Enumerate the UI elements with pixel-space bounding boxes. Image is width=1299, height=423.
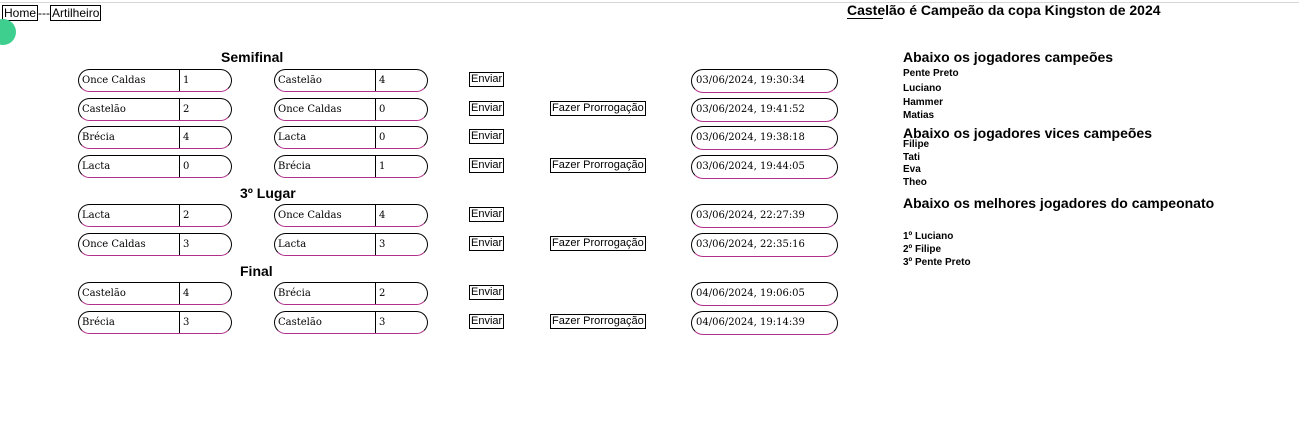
champion-player: Hammer bbox=[903, 97, 944, 108]
champion-banner: Castelão é Campeão da copa Kingston de 2… bbox=[847, 2, 1161, 18]
section-title-final: Final bbox=[240, 263, 273, 279]
team2-field[interactable]: Lacta 3 bbox=[274, 233, 428, 256]
team2-field[interactable]: Castelão 4 bbox=[274, 69, 428, 92]
match-row: Lacta 0 Brécia 1 Enviar Fazer Prorrogação … bbox=[78, 155, 838, 179]
top-nav: Home --- Artilheiro bbox=[2, 5, 102, 21]
champion-player: Pente Preto bbox=[903, 68, 959, 79]
team2-score: 3 bbox=[379, 317, 386, 328]
nav-separator: --- bbox=[38, 6, 51, 20]
champion-player: Luciano bbox=[903, 83, 942, 94]
team1-field[interactable]: Lacta 0 bbox=[78, 155, 232, 178]
vice-player: Filipe bbox=[903, 139, 930, 150]
datetime-field[interactable]: 04/06/2024, 19:06:05 bbox=[691, 282, 838, 306]
section-title-third-place: 3º Lugar bbox=[240, 185, 296, 201]
datetime-field[interactable]: 03/06/2024, 19:30:34 bbox=[691, 69, 838, 93]
match-row: Once Caldas 3 Lacta 3 Enviar Fazer Prorrog… bbox=[78, 233, 838, 257]
team1-field[interactable]: Brécia 4 bbox=[78, 126, 232, 149]
team1-score: 4 bbox=[183, 288, 190, 299]
nav-artilheiro-link[interactable]: Artilheiro bbox=[50, 5, 102, 21]
send-button[interactable]: Enviar bbox=[469, 101, 505, 116]
best-player: 1º Luciano bbox=[903, 231, 954, 242]
team2-field[interactable]: Lacta 0 bbox=[274, 126, 428, 149]
match-row: Brécia 4 Lacta 0 Enviar 03/06/2024, 19:38:… bbox=[78, 126, 838, 150]
team1-score: 0 bbox=[183, 161, 190, 172]
team2-field[interactable]: Once Caldas 4 bbox=[274, 204, 428, 227]
floating-action-button[interactable] bbox=[0, 19, 16, 45]
best-players-title: Abaixo os melhores jogadores do campeona… bbox=[903, 195, 1215, 211]
send-button[interactable]: Enviar bbox=[469, 236, 505, 251]
vice-player: Theo bbox=[903, 177, 927, 188]
team1-field[interactable]: Castelão 4 bbox=[78, 282, 232, 305]
team2-score: 0 bbox=[379, 104, 386, 115]
team2-score: 0 bbox=[379, 132, 386, 143]
team2-field[interactable]: Castelão 3 bbox=[274, 311, 428, 334]
vice-player: Eva bbox=[903, 164, 921, 175]
team2-field[interactable]: Brécia 1 bbox=[274, 155, 428, 178]
team1-field[interactable]: Lacta 2 bbox=[78, 204, 232, 227]
send-button[interactable]: Enviar bbox=[469, 158, 505, 173]
match-row: Brécia 3 Castelão 3 Enviar Fazer Prorrogaç… bbox=[78, 311, 838, 335]
match-row: Castelão 2 Once Caldas 0 Enviar Fazer Pror… bbox=[78, 98, 838, 122]
team1-score: 3 bbox=[183, 317, 190, 328]
extra-time-button[interactable]: Fazer Prorrogação bbox=[550, 101, 646, 116]
send-button[interactable]: Enviar bbox=[469, 72, 505, 87]
team2-score: 4 bbox=[379, 210, 386, 221]
match-row: Once Caldas 1 Castelão 4 Enviar 03/06/2024… bbox=[78, 69, 838, 93]
team1-field[interactable]: Castelão 2 bbox=[78, 98, 232, 121]
datetime-field[interactable]: 03/06/2024, 19:41:52 bbox=[691, 98, 838, 122]
nav-home-link[interactable]: Home bbox=[2, 5, 39, 21]
team1-score: 3 bbox=[183, 239, 190, 250]
datetime-field[interactable]: 03/06/2024, 19:38:18 bbox=[691, 126, 838, 150]
extra-time-button[interactable]: Fazer Prorrogação bbox=[550, 314, 646, 329]
best-player: 3º Pente Preto bbox=[903, 257, 971, 268]
team1-score: 2 bbox=[183, 104, 190, 115]
send-button[interactable]: Enviar bbox=[469, 314, 505, 329]
best-player: 2º Filipe bbox=[903, 244, 942, 255]
extra-time-button[interactable]: Fazer Prorrogação bbox=[550, 158, 646, 173]
champions-title: Abaixo os jogadores campeões bbox=[903, 49, 1114, 65]
team1-field[interactable]: Once Caldas 3 bbox=[78, 233, 232, 256]
datetime-field[interactable]: 03/06/2024, 19:44:05 bbox=[691, 155, 838, 179]
vice-player: Tati bbox=[903, 152, 921, 163]
team2-score: 1 bbox=[379, 161, 386, 172]
datetime-field[interactable]: 03/06/2024, 22:27:39 bbox=[691, 204, 838, 228]
match-row: Lacta 2 Once Caldas 4 Enviar 03/06/2024, 2… bbox=[78, 204, 838, 228]
send-button[interactable]: Enviar bbox=[469, 207, 505, 222]
team2-score: 2 bbox=[379, 288, 386, 299]
extra-time-button[interactable]: Fazer Prorrogação bbox=[550, 236, 646, 251]
section-title-semifinal: Semifinal bbox=[221, 49, 284, 65]
team1-field[interactable]: Brécia 3 bbox=[78, 311, 232, 334]
datetime-field[interactable]: 04/06/2024, 19:14:39 bbox=[691, 311, 838, 335]
match-row: Castelão 4 Brécia 2 Enviar 04/06/2024, 19:… bbox=[78, 282, 838, 306]
team1-score: 1 bbox=[183, 75, 190, 86]
team2-field[interactable]: Once Caldas 0 bbox=[274, 98, 428, 121]
datetime-field[interactable]: 03/06/2024, 22:35:16 bbox=[691, 233, 838, 257]
team2-score: 3 bbox=[379, 239, 386, 250]
champion-banner-underline bbox=[847, 18, 883, 19]
vices-title: Abaixo os jogadores vices campeões bbox=[903, 125, 1152, 141]
send-button[interactable]: Enviar bbox=[469, 129, 505, 144]
team2-score: 4 bbox=[379, 75, 386, 86]
team1-score: 2 bbox=[183, 210, 190, 221]
team2-field[interactable]: Brécia 2 bbox=[274, 282, 428, 305]
team1-field[interactable]: Once Caldas 1 bbox=[78, 69, 232, 92]
send-button[interactable]: Enviar bbox=[469, 285, 505, 300]
champion-player: Matias bbox=[903, 110, 935, 121]
team1-score: 4 bbox=[183, 132, 190, 143]
